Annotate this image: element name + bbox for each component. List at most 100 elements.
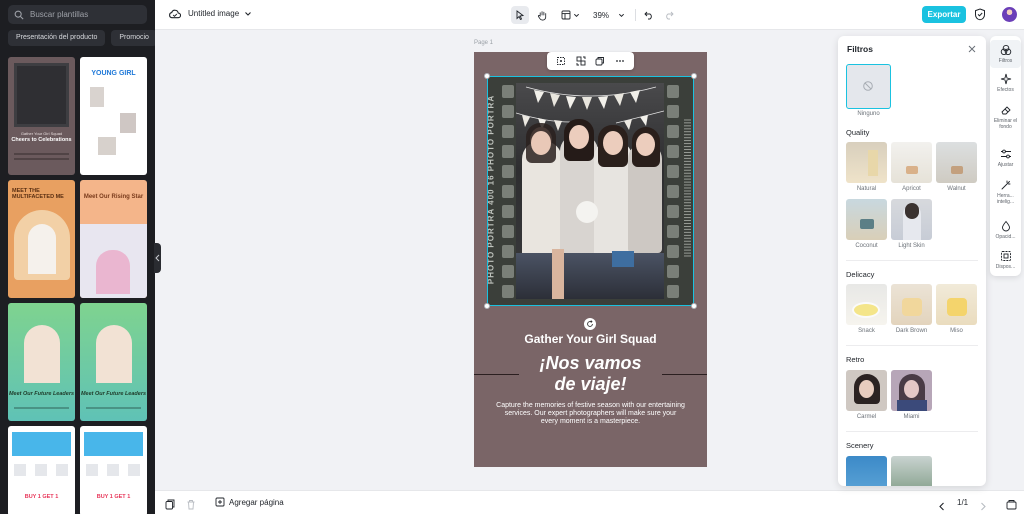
zoom-dropdown[interactable]: 39% (593, 11, 625, 20)
rail-filters-label: Filtros (998, 58, 1013, 64)
design-page[interactable]: PHOTO PORTRA 400 16 PHOTO PORTRA |||||||… (474, 52, 707, 467)
filter-apricot-label: Apricot (902, 186, 921, 192)
close-icon[interactable] (967, 44, 977, 54)
template-subtitle: Gather Your Girl Squad (20, 131, 63, 136)
layout-icon (561, 10, 570, 20)
redo-button[interactable] (660, 6, 678, 24)
hand-tool-button[interactable] (533, 6, 551, 24)
add-page-button[interactable]: Agregar página (215, 497, 284, 507)
collapse-panel-handle[interactable] (154, 243, 161, 273)
category-chips: Presentación del producto Promocio (8, 30, 155, 46)
replace-image-icon[interactable] (576, 56, 586, 66)
sparkle-icon (1000, 73, 1011, 85)
rail-adjust[interactable]: Ajustar (990, 148, 1021, 168)
chevron-down-icon (573, 13, 579, 17)
grid-view-icon[interactable] (1006, 497, 1017, 514)
chip-product-presentation[interactable]: Presentación del producto (8, 30, 106, 46)
page-label: Page 1 (474, 40, 494, 46)
layout-dropdown-button[interactable] (557, 6, 583, 24)
section-quality: Quality (846, 128, 870, 137)
template-card[interactable]: Cheers to Celebrations Gather Your Girl … (8, 57, 75, 175)
next-page-button[interactable] (979, 498, 987, 514)
page-heading-line2[interactable]: de viaje! (474, 374, 707, 395)
filter-snack[interactable] (846, 284, 887, 325)
template-search[interactable] (8, 5, 147, 24)
more-icon[interactable] (615, 56, 625, 66)
template-panel: Presentación del producto Promocio Cheer… (0, 0, 155, 514)
filter-scenery-2[interactable] (891, 456, 932, 486)
filter-walnut[interactable] (936, 142, 977, 183)
resize-handle-br[interactable] (691, 303, 697, 309)
filter-miso[interactable] (936, 284, 977, 325)
template-card[interactable]: MEET THE MULTIFACETED ME (8, 180, 75, 298)
arrange-icon (1000, 251, 1011, 261)
resize-handle-tr[interactable] (691, 73, 697, 79)
rail-smart-tools-label: Herra... intelig... (996, 193, 1015, 205)
hand-icon (537, 10, 546, 20)
filter-coconut[interactable] (846, 199, 887, 240)
rotate-handle[interactable] (584, 318, 596, 330)
zoom-level: 39% (593, 10, 610, 20)
template-card[interactable]: Meet Our Future Leaders (80, 303, 147, 421)
template-title: Meet Our Rising Star (83, 194, 144, 200)
filter-none[interactable] (846, 64, 891, 109)
template-card[interactable]: YOUNG GIRL (80, 57, 147, 175)
section-scenery: Scenery (846, 441, 874, 450)
chevron-down-icon (618, 13, 625, 17)
filter-coconut-label: Coconut (855, 243, 878, 249)
rail-arrange[interactable]: Dispos... (990, 250, 1021, 270)
rail-smart-tools[interactable]: Herra... intelig... (990, 179, 1021, 205)
filter-miami[interactable] (891, 370, 932, 411)
filter-light-skin-label: Light Skin (898, 243, 925, 249)
template-card[interactable]: BUY 1 GET 1 (8, 426, 75, 514)
chevron-down-icon (245, 11, 252, 16)
delete-page-icon[interactable] (186, 497, 196, 514)
page-subheading[interactable]: Gather Your Girl Squad (474, 332, 707, 346)
filters-panel: Filtros Ninguno Quality Natural Apricot … (838, 36, 986, 486)
resize-handle-bl[interactable] (484, 303, 490, 309)
template-card[interactable]: Meet Our Future Leaders (8, 303, 75, 421)
page-heading-line1[interactable]: ¡Nos vamos (474, 353, 707, 374)
undo-button[interactable] (640, 6, 658, 24)
cloud-save-icon[interactable] (168, 8, 181, 20)
filter-none-label: Ninguno (857, 111, 880, 117)
filter-apricot[interactable] (891, 142, 932, 183)
rail-remove-background-label: Eliminar el fondo (993, 118, 1018, 130)
shield-icon[interactable] (974, 8, 986, 21)
template-title: Cheers to Celebrations (11, 137, 72, 143)
top-bar: Untitled image 39% Exportar (155, 0, 1024, 30)
page-body-text[interactable]: Capture the memories of festive season w… (496, 402, 685, 426)
filter-natural[interactable] (846, 142, 887, 183)
rail-filters[interactable]: Filtros (990, 40, 1021, 68)
duplicate-icon[interactable] (595, 56, 605, 66)
filters-icon (1000, 44, 1011, 56)
filter-snack-label: Snack (858, 328, 875, 334)
resize-handle-tl[interactable] (484, 73, 490, 79)
filter-dark-brown[interactable] (891, 284, 932, 325)
film-frame-image[interactable]: PHOTO PORTRA 400 16 PHOTO PORTRA |||||||… (487, 77, 694, 305)
rail-opacity[interactable]: Opacid... (990, 220, 1021, 240)
user-avatar[interactable] (1002, 7, 1017, 22)
export-button[interactable]: Exportar (922, 6, 966, 23)
film-edge-text-right: ||||||||||||||||||||||||||||||||||||||||… (683, 118, 691, 259)
filter-carmel[interactable] (846, 370, 887, 411)
template-card[interactable]: Meet Our Rising Star (80, 180, 147, 298)
eraser-icon (1000, 106, 1011, 115)
document-title-dropdown[interactable]: Untitled image (188, 9, 252, 18)
filter-miso-label: Miso (950, 328, 963, 334)
filter-scenery-1[interactable] (846, 456, 887, 486)
template-card[interactable]: BUY 1 GET 1 (80, 426, 147, 514)
chip-promotion[interactable]: Promocio (111, 30, 155, 46)
magic-wand-icon (1001, 180, 1010, 190)
filters-panel-title: Filtros (847, 44, 873, 54)
rail-effects[interactable]: Efectos (990, 73, 1021, 93)
sliders-icon (1000, 149, 1011, 159)
rail-remove-background[interactable]: Eliminar el fondo (990, 104, 1021, 130)
filter-light-skin[interactable] (891, 199, 932, 240)
select-tool-button[interactable] (511, 6, 529, 24)
redo-icon (666, 11, 674, 20)
crop-icon[interactable] (556, 56, 566, 66)
previous-page-button[interactable] (938, 498, 946, 514)
pages-icon[interactable] (165, 497, 175, 514)
search-input[interactable] (30, 10, 140, 19)
